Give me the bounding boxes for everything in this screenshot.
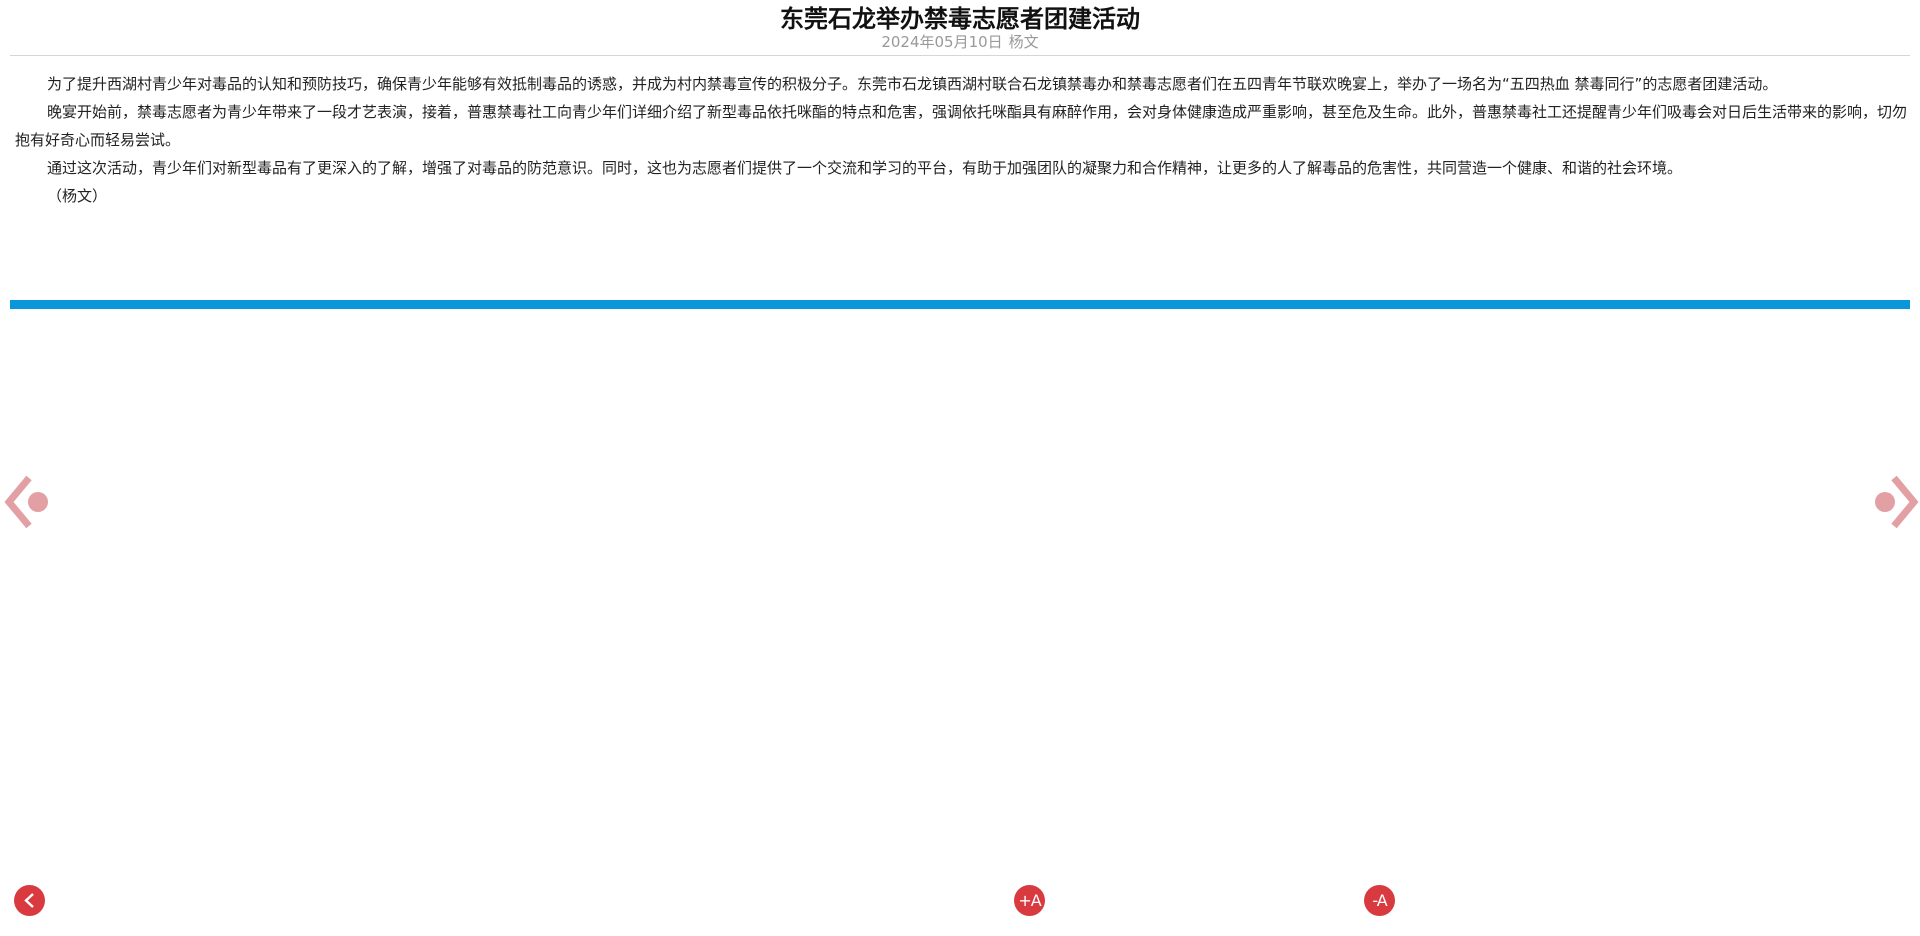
- back-button[interactable]: [14, 885, 45, 916]
- accent-divider: [10, 300, 1910, 309]
- article-paragraph: 为了提升西湖村青少年对毒品的认知和预防技巧，确保青少年能够有效抵制毒品的诱惑，并…: [47, 75, 1778, 93]
- carousel-prev-button[interactable]: [3, 474, 49, 530]
- font-decrease-label: -A: [1372, 891, 1387, 910]
- article-date: 2024年05月10日: [881, 33, 1003, 51]
- article-paragraph: 晚宴开始前，禁毒志愿者为青少年带来了一段才艺表演，接着，普惠禁毒社工向青少年们详…: [15, 103, 1908, 149]
- chevron-left-dot-icon: [4, 475, 48, 529]
- article-body: 为了提升西湖村青少年对毒品的认知和预防技巧，确保青少年能够有效抵制毒品的诱惑，并…: [15, 70, 1907, 210]
- article-title: 东莞石龙举办禁毒志愿者团建活动: [780, 5, 1140, 33]
- article-paragraph: 通过这次活动，青少年们对新型毒品有了更深入的了解，增强了对毒品的防范意识。同时，…: [47, 159, 1683, 177]
- chevron-left-icon: [23, 893, 34, 908]
- article-meta: 2024年05月10日 杨文: [10, 33, 1910, 51]
- carousel-next-button[interactable]: [1874, 474, 1920, 530]
- article-header: 东莞石龙举办禁毒志愿者团建活动 2024年05月10日 杨文: [10, 0, 1910, 56]
- article-page: 东莞石龙举办禁毒志愿者团建活动 2024年05月10日 杨文 为了提升西湖村青少年…: [0, 0, 1920, 936]
- article-signature: （杨文）: [47, 187, 108, 205]
- font-decrease-button[interactable]: -A: [1364, 885, 1395, 916]
- font-increase-button[interactable]: +A: [1014, 885, 1045, 916]
- chevron-right-dot-icon: [1875, 475, 1919, 529]
- article-author: 杨文: [1008, 33, 1039, 51]
- font-increase-label: +A: [1018, 891, 1041, 910]
